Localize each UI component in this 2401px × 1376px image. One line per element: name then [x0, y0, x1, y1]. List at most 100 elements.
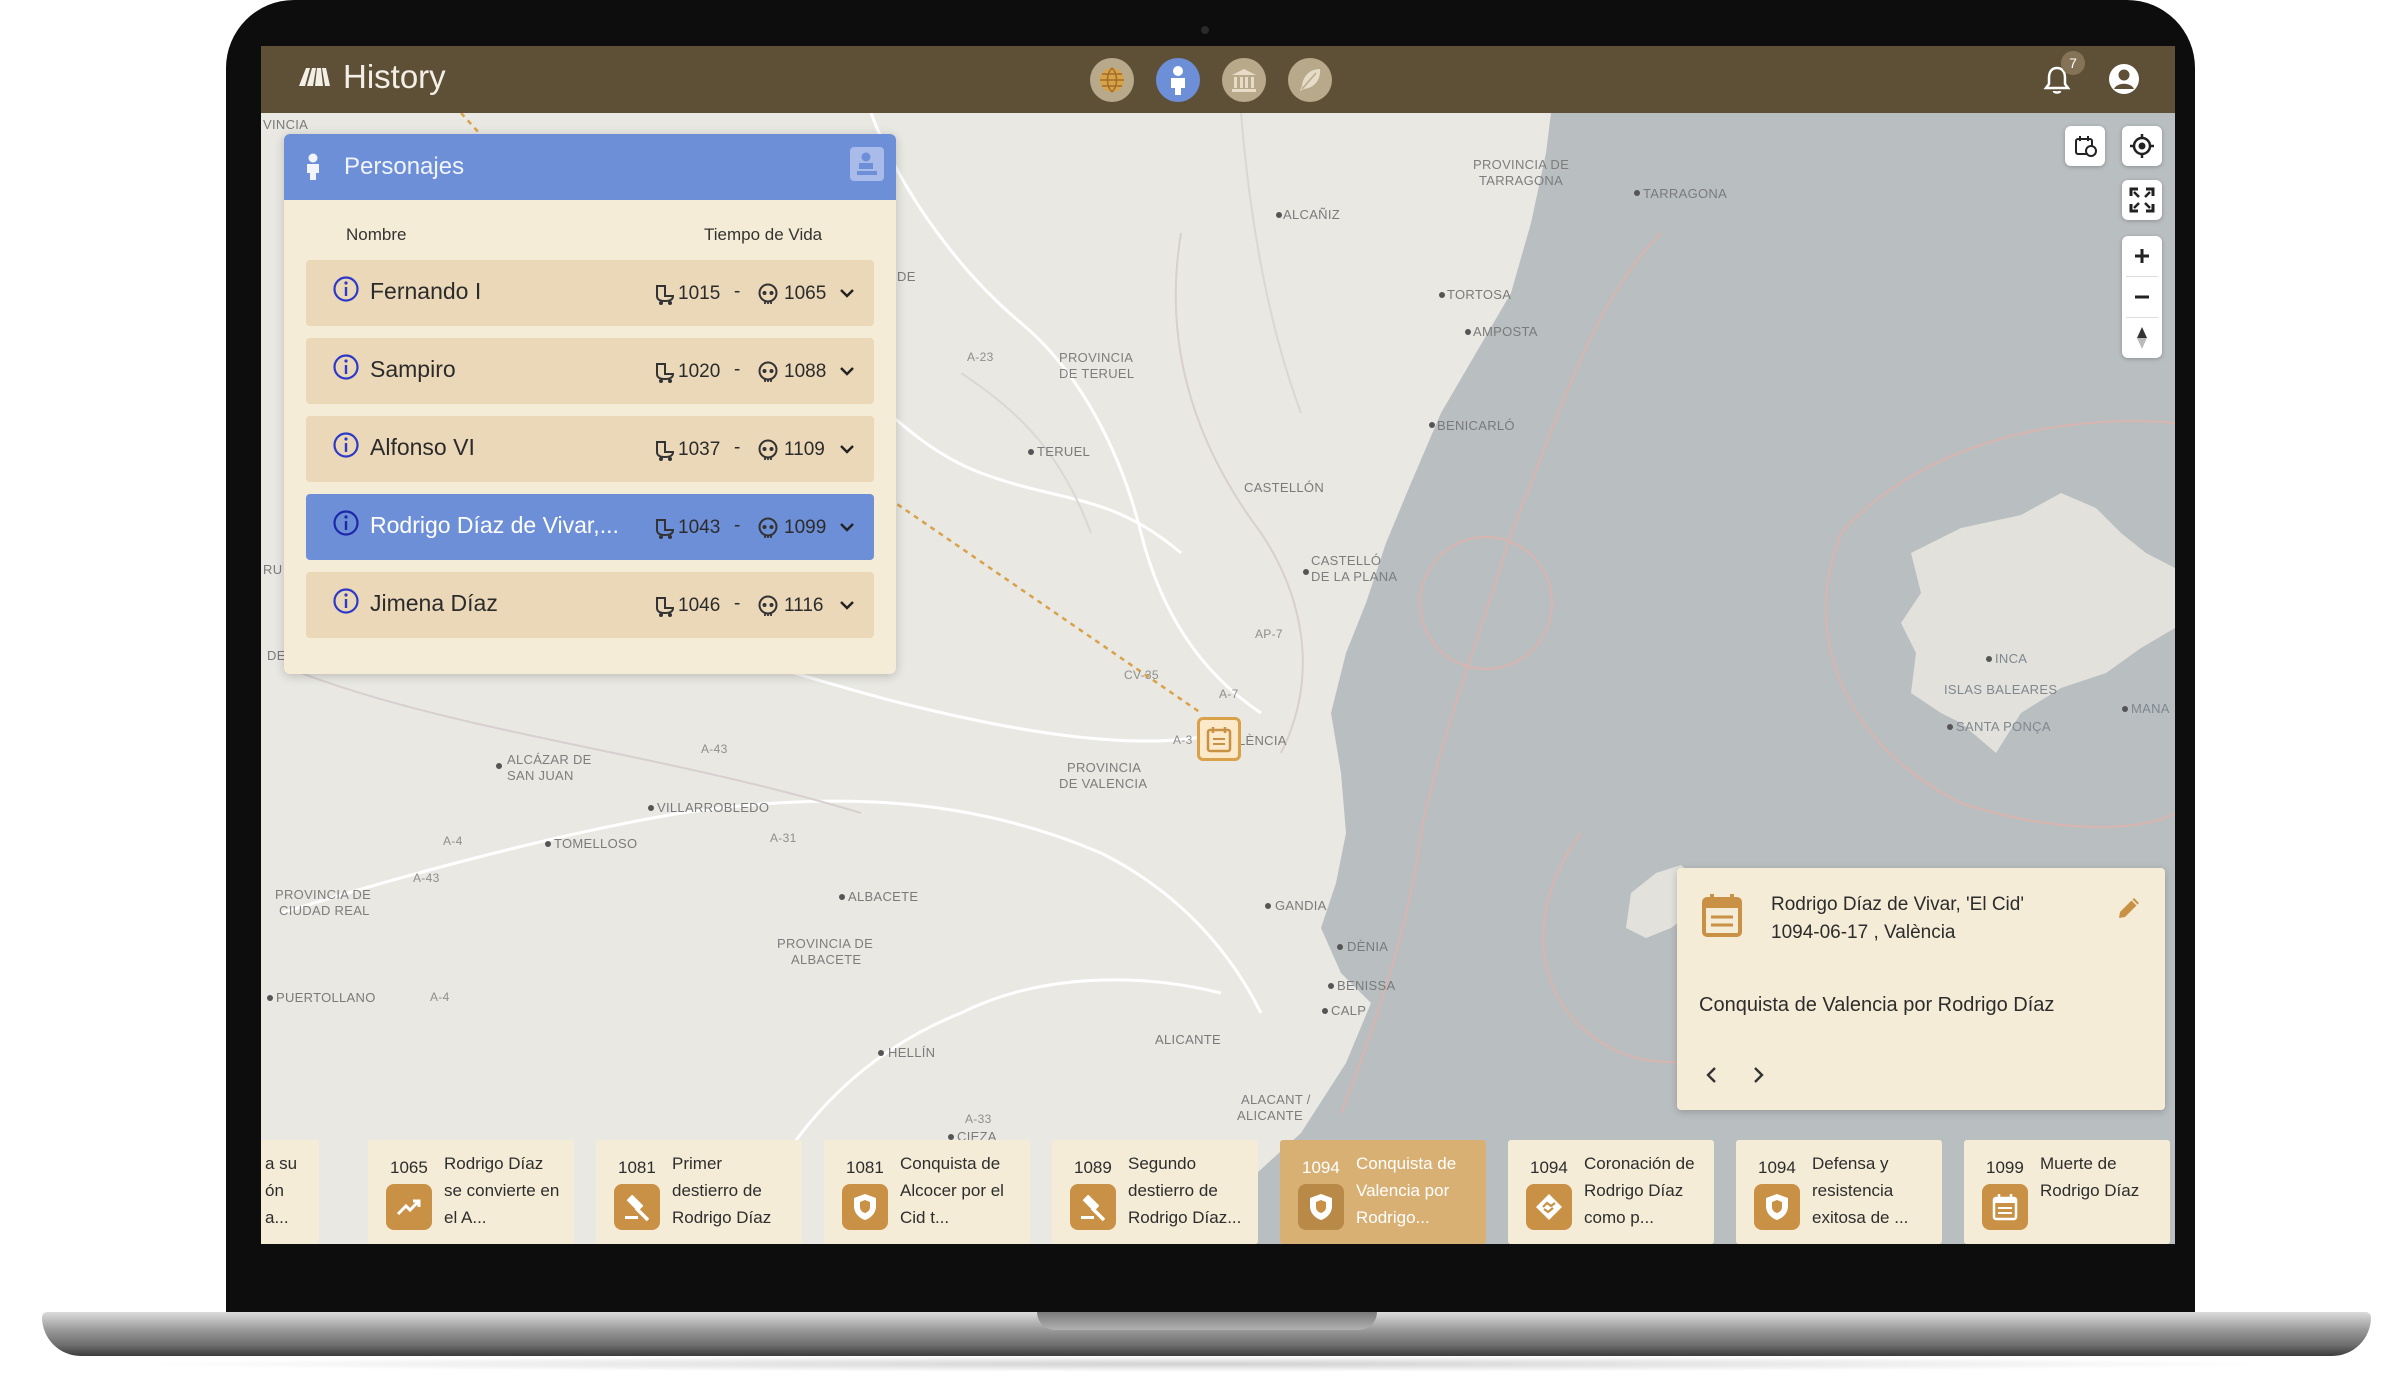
- mode-globe-button[interactable]: [1090, 58, 1134, 102]
- timeline-line: como p...: [1584, 1208, 1654, 1227]
- range-dash: -: [734, 437, 741, 458]
- event-date-place: 1094-06-17 , València: [1771, 922, 1956, 943]
- map-label-prov-tarragona-1: PROVINCIA DE: [1473, 157, 1570, 172]
- calendar-filter-button[interactable]: [2065, 126, 2105, 166]
- range-dash: -: [734, 593, 741, 614]
- timeline-line: Muerte de: [2040, 1154, 2117, 1173]
- timeline-text: Segundo destierro de Rodrigo Díaz...: [1128, 1150, 1254, 1231]
- skull-icon: [758, 595, 778, 616]
- column-header-name: Nombre: [346, 225, 407, 244]
- timeline-line: exitosa de ...: [1812, 1208, 1909, 1227]
- timeline-text: Coronación de Rodrigo Díaz como p...: [1584, 1150, 1710, 1231]
- zoom-out-button[interactable]: [2122, 277, 2162, 317]
- timeline-line: Valencia por: [1356, 1181, 1450, 1200]
- death-year: 1116: [784, 595, 824, 616]
- timeline-item-partial[interactable]: a su ón a...: [261, 1140, 319, 1244]
- timeline-line: a su: [265, 1154, 298, 1173]
- add-character-button[interactable]: [850, 147, 884, 181]
- timeline-text: Conquista de Alcocer por el Cid t...: [900, 1150, 1026, 1231]
- timeline-item-4[interactable]: 1094 Conquista de Valencia por Rodrigo...: [1280, 1140, 1486, 1244]
- timeline-line: Primer: [672, 1154, 723, 1173]
- timeline-line: a...: [265, 1208, 289, 1227]
- character-row-1[interactable]: Sampiro 1020 - 1088: [306, 338, 874, 404]
- timeline-line: Conquista de: [900, 1154, 1001, 1173]
- chevron-left-icon[interactable]: [1703, 1064, 1721, 1086]
- road-label-a23: A-23: [967, 350, 994, 364]
- info-icon[interactable]: [332, 509, 360, 537]
- calendar-clock-icon: [2075, 136, 2097, 157]
- birth-year: 1043: [678, 517, 721, 538]
- event-detail-card: Rodrigo Díaz de Vivar, 'El Cid' 1094-06-…: [1677, 868, 2165, 1110]
- mode-feather-button[interactable]: [1288, 58, 1332, 102]
- camera: [1201, 26, 1209, 34]
- chevron-down-icon[interactable]: [838, 362, 856, 380]
- events-timeline[interactable]: a su ón a... 1065 Rodrigo Díaz se conviert…: [261, 1140, 2175, 1244]
- timeline-item-3[interactable]: 1089 Segundo destierro de Rodrigo Díaz...: [1052, 1140, 1258, 1244]
- character-row-0[interactable]: Fernando I 1015 - 1065: [306, 260, 874, 326]
- info-icon[interactable]: [332, 275, 360, 303]
- mode-museum-button[interactable]: [1222, 58, 1266, 102]
- stroller-icon: [656, 441, 675, 461]
- stroller-icon: [656, 519, 675, 539]
- top-bar: History 7: [261, 46, 2175, 113]
- timeline-year: 1094: [1302, 1158, 1340, 1177]
- road-label-a7b: A-7: [1219, 687, 1239, 701]
- timeline-year: 1081: [618, 1158, 656, 1177]
- pencil-icon[interactable]: [2115, 894, 2143, 922]
- event-map-marker[interactable]: [1197, 717, 1241, 761]
- shield-icon: [1298, 1184, 1344, 1230]
- character-row-4[interactable]: Jimena Díaz 1046 - 1116: [306, 572, 874, 638]
- stroller-icon: [656, 285, 675, 305]
- brand[interactable]: History: [297, 58, 446, 96]
- map-label-manacor: MANA: [2131, 701, 2170, 716]
- range-dash: -: [734, 515, 741, 536]
- death-year: 1065: [784, 283, 827, 304]
- column-headers: Nombre Tiempo de Vida: [284, 200, 896, 260]
- chevron-down-icon[interactable]: [838, 284, 856, 302]
- character-row-2[interactable]: Alfonso VI 1037 - 1109: [306, 416, 874, 482]
- timeline-item-0[interactable]: 1065 Rodrigo Díaz se convierte en el A...: [368, 1140, 574, 1244]
- reset-bearing-button[interactable]: [2122, 318, 2162, 358]
- map-label-tarragona: TARRAGONA: [1643, 186, 1728, 201]
- map-label-castello-2: DE LA PLANA: [1311, 569, 1398, 584]
- map-label-prov-valencia-1: PROVINCIA: [1067, 760, 1142, 775]
- map-label-castellon: CASTELLÓN: [1244, 480, 1325, 495]
- timeline-item-1[interactable]: 1081 Primer destierro de Rodrigo Díaz: [596, 1140, 802, 1244]
- gavel-icon: [1070, 1184, 1116, 1230]
- chevron-down-icon[interactable]: [838, 596, 856, 614]
- map-label-alcazar-2: SAN JUAN: [507, 768, 574, 783]
- fullscreen-button[interactable]: [2122, 180, 2162, 220]
- account-icon[interactable]: [2106, 61, 2142, 97]
- timeline-item-7[interactable]: 1099 Muerte de Rodrigo Díaz: [1964, 1140, 2170, 1244]
- map-label-inca: INCA: [1995, 651, 2028, 666]
- road-label-a31: A-31: [770, 831, 797, 845]
- birth-year: 1020: [678, 361, 721, 382]
- book-icon: [297, 64, 331, 90]
- skull-icon: [758, 283, 778, 304]
- timeline-line: ón: [265, 1181, 284, 1200]
- chevron-right-icon[interactable]: [1749, 1064, 1767, 1086]
- chevron-down-icon[interactable]: [838, 440, 856, 458]
- info-icon[interactable]: [332, 353, 360, 381]
- map-label-tortosa: TORTOSA: [1447, 287, 1512, 302]
- chevron-down-icon[interactable]: [838, 518, 856, 536]
- timeline-text: a su ón a...: [265, 1150, 319, 1231]
- info-icon[interactable]: [332, 587, 360, 615]
- timeline-item-2[interactable]: 1081 Conquista de Alcocer por el Cid t...: [824, 1140, 1030, 1244]
- character-row-3[interactable]: Rodrigo Díaz de Vivar,... 1043 - 1099: [306, 494, 874, 560]
- map-label-calp: CALP: [1331, 1003, 1367, 1018]
- plus-icon: [2135, 249, 2149, 263]
- mode-characters-button[interactable]: [1156, 58, 1200, 102]
- timeline-year: 1094: [1758, 1158, 1796, 1177]
- timeline-item-5[interactable]: 1094 Coronación de Rodrigo Díaz como p...: [1508, 1140, 1714, 1244]
- info-icon[interactable]: [332, 431, 360, 459]
- road-label-a4b: A-4: [430, 990, 450, 1004]
- timeline-line: Coronación de: [1584, 1154, 1695, 1173]
- map-label-hellin: HELLÍN: [888, 1045, 936, 1060]
- locate-button[interactable]: [2122, 126, 2162, 166]
- timeline-item-6[interactable]: 1094 Defensa y resistencia exitosa de ...: [1736, 1140, 1942, 1244]
- map-label-alicante: ALICANTE: [1155, 1032, 1221, 1047]
- map-label-prov-teruel-1: PROVINCIA: [1059, 350, 1134, 365]
- timeline-line: Segundo: [1128, 1154, 1197, 1173]
- zoom-in-button[interactable]: [2122, 236, 2162, 276]
